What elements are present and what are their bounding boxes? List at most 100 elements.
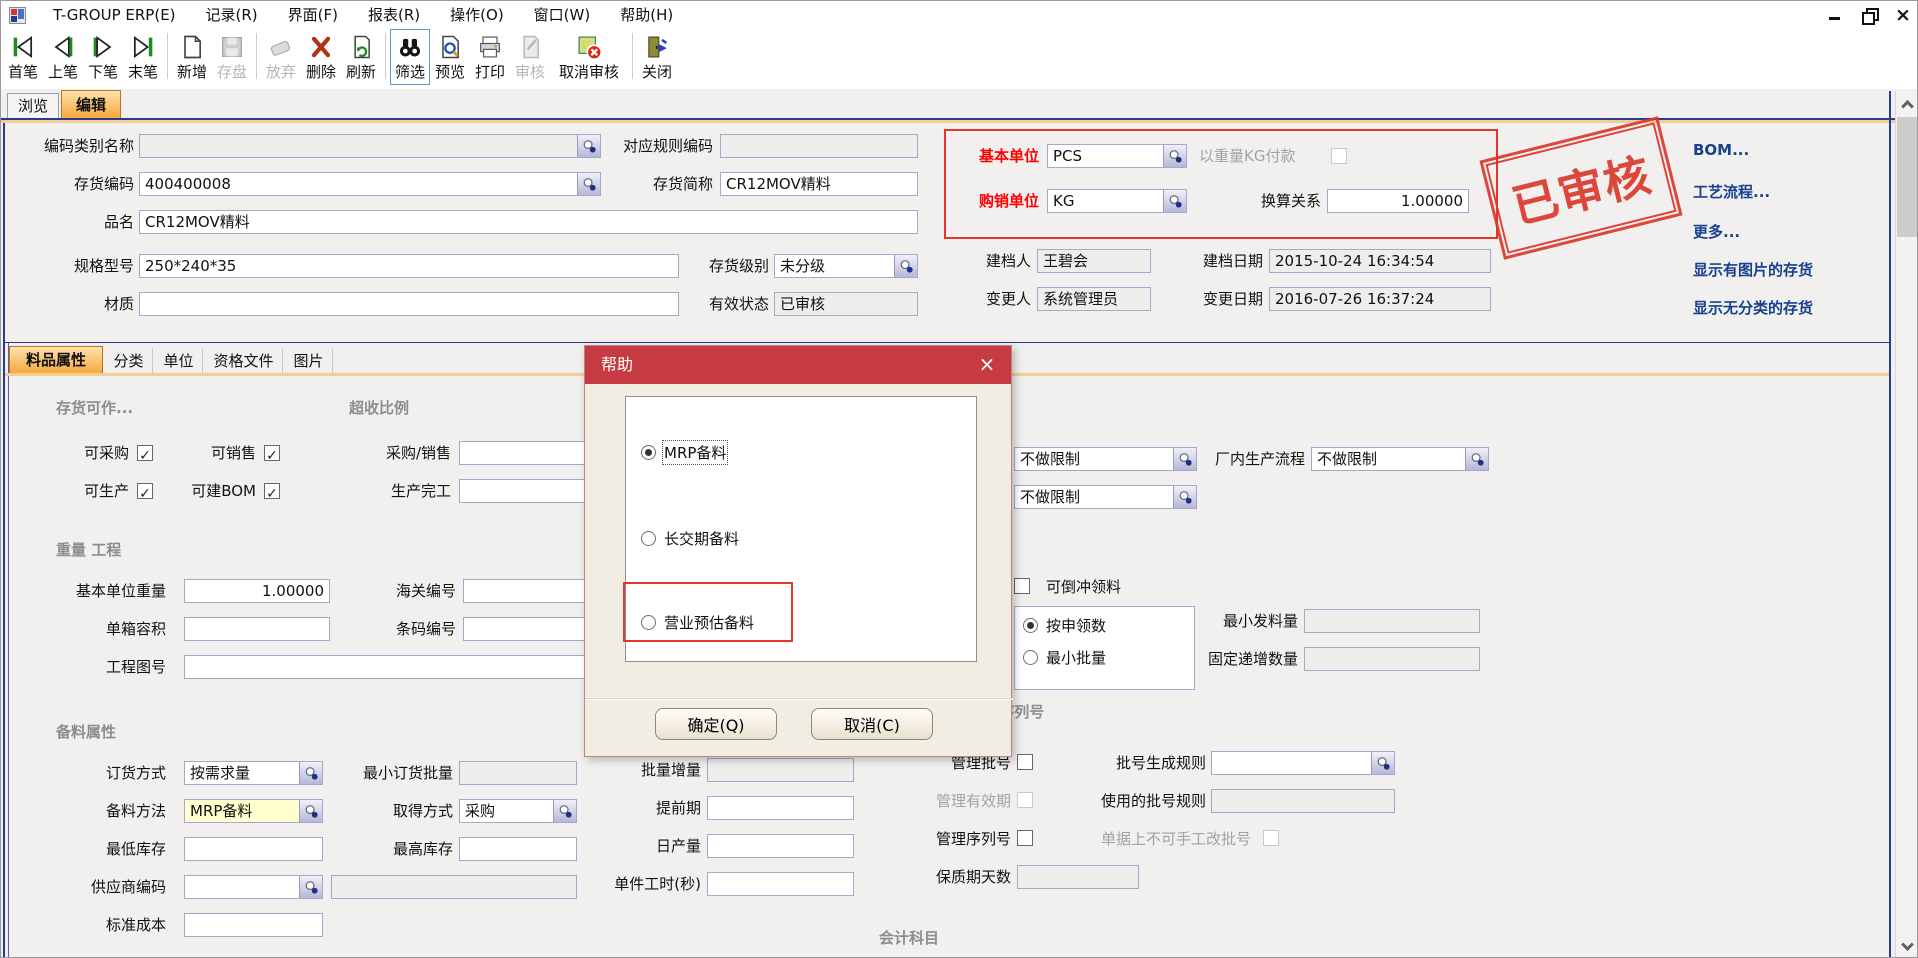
restore-icon[interactable] <box>1861 7 1877 23</box>
by-apply-radio[interactable] <box>1023 618 1038 633</box>
refresh-button[interactable]: 刷新 <box>341 29 381 85</box>
close-icon[interactable]: × <box>1895 7 1911 23</box>
link-more[interactable]: 更多... <box>1693 221 1740 242</box>
base-weight-field[interactable]: 1.00000 <box>184 579 330 603</box>
discard-button[interactable]: 放弃 <box>261 29 301 85</box>
manage-serial-checkbox[interactable] <box>1017 830 1033 846</box>
purchasable-checkbox[interactable] <box>137 445 153 461</box>
menu-help[interactable]: 帮助(H) <box>605 1 688 29</box>
order-mode-field[interactable]: 按需求量 <box>184 761 323 785</box>
factory-flow-field[interactable]: 不做限制 <box>1311 447 1489 471</box>
save-button[interactable]: 存盘 <box>212 29 252 85</box>
scroll-down-button[interactable] <box>1896 935 1918 958</box>
factory-flow-label: 厂内生产流程 <box>1201 447 1305 471</box>
manage-validity-checkbox[interactable] <box>1017 792 1033 808</box>
item-short-name-field[interactable]: CR12MOV精料 <box>720 172 918 196</box>
toolbar: 首笔 上笔 下笔 末笔 新增 存盘 放弃 删除 <box>1 29 1918 89</box>
spec-field[interactable]: 250*240*35 <box>139 254 679 278</box>
subtab-category[interactable]: 分类 <box>105 348 153 375</box>
drawing-no-field[interactable] <box>184 655 641 679</box>
backflush-checkbox[interactable] <box>1014 578 1030 594</box>
item-level-field[interactable]: 未分级 <box>774 254 918 278</box>
scroll-up-button[interactable] <box>1896 91 1918 115</box>
min-batch-radio[interactable] <box>1023 650 1038 665</box>
new-button[interactable]: 新增 <box>172 29 212 85</box>
subtab-qualification[interactable]: 资格文件 <box>205 348 283 375</box>
subtab-item-attributes[interactable]: 料品属性 <box>9 346 103 373</box>
approved-stamp: 已审核 <box>1479 116 1682 259</box>
dialog-separator <box>585 698 1013 700</box>
batch-rule-field[interactable] <box>1211 751 1395 775</box>
menu-record[interactable]: 记录(R) <box>191 1 273 29</box>
audit-button[interactable]: 审核 <box>510 29 550 85</box>
dialog-ok-button[interactable]: 确定(Q) <box>655 708 777 740</box>
item-name-field[interactable]: CR12MOV精料 <box>139 210 918 234</box>
menu-tgroup-erp[interactable]: T-GROUP ERP(E) <box>38 1 191 29</box>
modifier-field: 系统管理员 <box>1037 287 1151 311</box>
subtab-unit[interactable]: 单位 <box>155 348 203 375</box>
lookup-icon[interactable] <box>894 255 917 277</box>
material-field[interactable] <box>139 292 679 316</box>
menu-operation[interactable]: 操作(O) <box>435 1 519 29</box>
producible-checkbox[interactable] <box>137 483 153 499</box>
toolbar-separator <box>385 33 386 79</box>
used-batch-rule-label: 使用的批号规则 <box>1091 789 1206 813</box>
daily-output-field[interactable] <box>707 834 854 858</box>
prep-method-field[interactable]: MRP备料 <box>184 799 323 823</box>
lookup-icon[interactable] <box>299 800 322 822</box>
option-mrp[interactable]: MRP备料 <box>641 442 726 462</box>
last-record-button[interactable]: 末笔 <box>123 29 163 85</box>
lookup-icon[interactable] <box>1371 752 1394 774</box>
tab-browse[interactable]: 浏览 <box>7 93 59 118</box>
lookup-icon[interactable] <box>299 762 322 784</box>
filter-button[interactable]: 筛选 <box>390 29 430 85</box>
dialog-close-icon[interactable]: × <box>975 352 999 376</box>
rule-code-field[interactable] <box>720 134 918 158</box>
cancel-audit-button[interactable]: 取消审核 <box>550 29 628 85</box>
delete-button[interactable]: 删除 <box>301 29 341 85</box>
minimize-icon[interactable] <box>1827 7 1843 23</box>
menu-interface[interactable]: 界面(F) <box>273 1 353 29</box>
acquire-mode-field[interactable]: 采购 <box>459 799 577 823</box>
scrollbar-thumb[interactable] <box>1897 117 1917 237</box>
restriction2-field[interactable]: 不做限制 <box>1014 485 1197 509</box>
preview-button[interactable]: 预览 <box>430 29 470 85</box>
no-manual-batch-checkbox[interactable] <box>1263 830 1279 846</box>
print-button[interactable]: 打印 <box>470 29 510 85</box>
item-level-label: 存货级别 <box>641 254 769 278</box>
first-record-button[interactable]: 首笔 <box>3 29 43 85</box>
unit-hours-field[interactable] <box>707 872 854 896</box>
menu-window[interactable]: 窗口(W) <box>519 1 606 29</box>
lookup-icon[interactable] <box>1173 486 1196 508</box>
radio-mrp-icon[interactable] <box>641 445 656 460</box>
supplier-code-field[interactable] <box>184 875 323 899</box>
dialog-cancel-button[interactable]: 取消(C) <box>811 708 933 740</box>
lead-time-field[interactable] <box>707 796 854 820</box>
min-stock-field[interactable] <box>184 837 323 861</box>
link-bom[interactable]: BOM... <box>1693 141 1749 159</box>
std-cost-field[interactable] <box>184 913 323 937</box>
link-show-uncategorized[interactable]: 显示无分类的存货 <box>1693 297 1813 318</box>
lookup-icon[interactable] <box>1465 448 1488 470</box>
link-show-with-images[interactable]: 显示有图片的存货 <box>1693 259 1813 280</box>
tab-edit[interactable]: 编辑 <box>61 90 121 118</box>
lookup-icon[interactable] <box>1173 448 1196 470</box>
close-form-button[interactable]: 关闭 <box>637 29 677 85</box>
subtab-image[interactable]: 图片 <box>285 348 333 375</box>
sellable-checkbox[interactable] <box>264 445 280 461</box>
fixed-increment-label: 固定递增数量 <box>1191 647 1298 671</box>
menu-report[interactable]: 报表(R) <box>353 1 435 29</box>
next-record-button[interactable]: 下笔 <box>83 29 123 85</box>
lookup-icon[interactable] <box>553 800 576 822</box>
option-long-leadtime[interactable]: 长交期备料 <box>641 528 739 548</box>
max-stock-field[interactable] <box>459 837 577 861</box>
radio-long-leadtime-icon[interactable] <box>641 531 656 546</box>
prev-record-button[interactable]: 上笔 <box>43 29 83 85</box>
link-process-flow[interactable]: 工艺流程... <box>1693 181 1770 202</box>
restriction1-field[interactable]: 不做限制 <box>1014 447 1197 471</box>
lookup-icon[interactable] <box>299 876 322 898</box>
box-volume-field[interactable] <box>184 617 330 641</box>
can-bom-checkbox[interactable] <box>264 483 280 499</box>
section-prep-attributes: 备料属性 <box>56 721 116 742</box>
manage-batch-checkbox[interactable] <box>1017 754 1033 770</box>
